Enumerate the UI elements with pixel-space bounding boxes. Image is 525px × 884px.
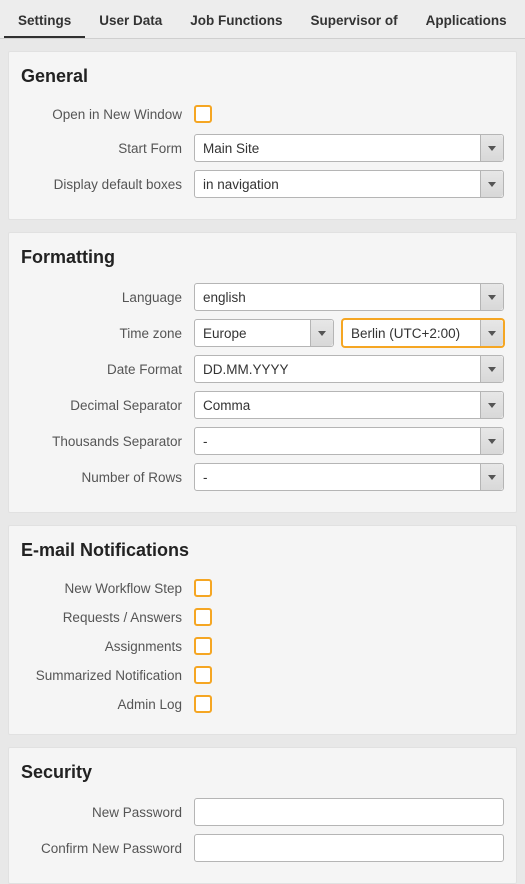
checkbox-summarized[interactable]	[194, 666, 212, 684]
label-assignments: Assignments	[21, 639, 194, 654]
label-language: Language	[21, 290, 194, 305]
chevron-down-icon	[480, 428, 503, 454]
section-title-general: General	[21, 66, 504, 87]
chevron-down-icon	[480, 464, 503, 490]
chevron-down-icon	[480, 135, 503, 161]
select-timezone-city-value: Berlin (UTC+2:00)	[343, 326, 480, 341]
select-date-format[interactable]: DD.MM.YYYY	[194, 355, 504, 383]
label-open-new-window: Open in New Window	[21, 107, 194, 122]
select-timezone-region-value: Europe	[195, 326, 310, 341]
label-timezone: Time zone	[21, 326, 194, 341]
select-date-format-value: DD.MM.YYYY	[195, 362, 480, 377]
checkbox-requests[interactable]	[194, 608, 212, 626]
section-email: E-mail Notifications New Workflow Step R…	[8, 525, 517, 735]
label-new-workflow: New Workflow Step	[21, 581, 194, 596]
select-decimal-sep[interactable]: Comma	[194, 391, 504, 419]
select-language-value: english	[195, 290, 480, 305]
chevron-down-icon	[480, 320, 503, 346]
label-confirm-password: Confirm New Password	[21, 841, 194, 856]
chevron-down-icon	[480, 171, 503, 197]
section-title-security: Security	[21, 762, 504, 783]
select-thousands-sep[interactable]: -	[194, 427, 504, 455]
checkbox-new-workflow[interactable]	[194, 579, 212, 597]
label-start-form: Start Form	[21, 141, 194, 156]
select-decimal-sep-value: Comma	[195, 398, 480, 413]
select-language[interactable]: english	[194, 283, 504, 311]
tab-applications[interactable]: Applications	[412, 3, 521, 38]
select-start-form-value: Main Site	[195, 141, 480, 156]
label-summarized: Summarized Notification	[21, 668, 194, 683]
select-timezone-region[interactable]: Europe	[194, 319, 334, 347]
chevron-down-icon	[480, 284, 503, 310]
section-title-formatting: Formatting	[21, 247, 504, 268]
tab-bar: Settings User Data Job Functions Supervi…	[0, 0, 525, 39]
label-requests: Requests / Answers	[21, 610, 194, 625]
select-display-boxes-value: in navigation	[195, 177, 480, 192]
select-timezone-city[interactable]: Berlin (UTC+2:00)	[342, 319, 504, 347]
select-num-rows-value: -	[195, 470, 480, 485]
tab-user-data[interactable]: User Data	[85, 3, 176, 38]
checkbox-open-new-window[interactable]	[194, 105, 212, 123]
input-confirm-password[interactable]	[194, 834, 504, 862]
label-decimal-sep: Decimal Separator	[21, 398, 194, 413]
tab-job-functions[interactable]: Job Functions	[176, 3, 296, 38]
label-display-boxes: Display default boxes	[21, 177, 194, 192]
label-date-format: Date Format	[21, 362, 194, 377]
chevron-down-icon	[480, 356, 503, 382]
section-security: Security New Password Confirm New Passwo…	[8, 747, 517, 884]
section-formatting: Formatting Language english Time zone Eu…	[8, 232, 517, 513]
checkbox-admin-log[interactable]	[194, 695, 212, 713]
input-new-password[interactable]	[194, 798, 504, 826]
tab-supervisor-of[interactable]: Supervisor of	[297, 3, 412, 38]
tab-settings[interactable]: Settings	[4, 3, 85, 38]
label-num-rows: Number of Rows	[21, 470, 194, 485]
checkbox-assignments[interactable]	[194, 637, 212, 655]
select-num-rows[interactable]: -	[194, 463, 504, 491]
chevron-down-icon	[310, 320, 333, 346]
select-display-boxes[interactable]: in navigation	[194, 170, 504, 198]
section-general: General Open in New Window Start Form Ma…	[8, 51, 517, 220]
label-thousands-sep: Thousands Separator	[21, 434, 194, 449]
chevron-down-icon	[480, 392, 503, 418]
label-admin-log: Admin Log	[21, 697, 194, 712]
section-title-email: E-mail Notifications	[21, 540, 504, 561]
select-thousands-sep-value: -	[195, 434, 480, 449]
label-new-password: New Password	[21, 805, 194, 820]
select-start-form[interactable]: Main Site	[194, 134, 504, 162]
